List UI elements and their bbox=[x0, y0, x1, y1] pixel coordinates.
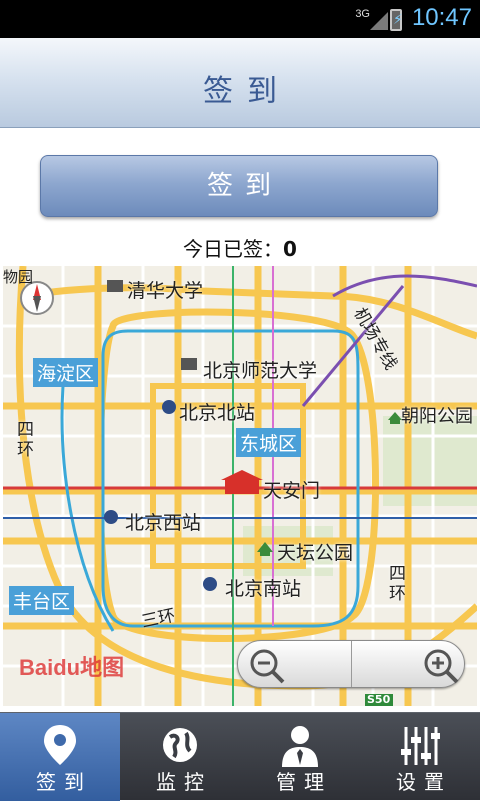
map-label-bj-west: 北京西站 bbox=[125, 512, 202, 534]
map-label-fourth-ring-left: 四环 bbox=[17, 420, 34, 460]
battery-icon: ⚡ bbox=[390, 9, 403, 31]
university-icon bbox=[107, 280, 123, 292]
checkin-button[interactable]: 签到 bbox=[40, 155, 438, 217]
station-icon bbox=[203, 577, 217, 591]
map-label-tiantan: 天坛公园 bbox=[277, 542, 354, 564]
location-pin-icon bbox=[44, 725, 76, 765]
map-label-bnu: 北京师范大学 bbox=[203, 360, 318, 382]
clock: 10:47 bbox=[411, 4, 472, 31]
bottom-tab-bar: 签到 监控 管理 设置 bbox=[0, 712, 480, 801]
zoom-out-button[interactable] bbox=[238, 641, 351, 687]
user-icon bbox=[282, 726, 318, 767]
tab-label: 设置 bbox=[396, 770, 452, 794]
station-icon bbox=[104, 510, 118, 524]
map-label-fengtai: 丰台区 bbox=[9, 586, 75, 615]
today-checkin-count: 今日已签：0 bbox=[0, 233, 480, 262]
signal-icon bbox=[370, 12, 388, 30]
zoom-in-button[interactable] bbox=[352, 641, 465, 687]
map-label-fourth-ring-right: 四环 bbox=[389, 564, 406, 604]
tab-checkin[interactable]: 签到 bbox=[0, 713, 120, 801]
today-count-value: 0 bbox=[283, 237, 297, 261]
map-label-bj-south: 北京南站 bbox=[225, 578, 302, 600]
map-label-tiananmen: 天安门 bbox=[263, 480, 321, 502]
tab-monitor[interactable]: 监控 bbox=[120, 713, 240, 801]
map-label-haidian: 海淀区 bbox=[33, 358, 99, 387]
tab-label: 签到 bbox=[36, 770, 92, 794]
map-label-museum: 物园 bbox=[3, 268, 34, 286]
tab-label: 监控 bbox=[156, 770, 212, 794]
status-bar: 3G ⚡ 10:47 bbox=[0, 0, 480, 38]
tab-settings[interactable]: 设置 bbox=[360, 713, 480, 801]
map-route-shield: S50 bbox=[367, 693, 391, 706]
sliders-icon bbox=[401, 727, 440, 765]
university-icon bbox=[181, 358, 197, 370]
map-label-bj-north: 北京北站 bbox=[179, 402, 256, 424]
zoom-control bbox=[237, 640, 465, 688]
zoom-in-icon bbox=[424, 649, 459, 684]
tab-manage[interactable]: 管理 bbox=[240, 713, 360, 801]
page-title: 签到 bbox=[203, 74, 291, 109]
globe-icon bbox=[163, 728, 197, 762]
map-label-dongcheng: 东城区 bbox=[236, 428, 302, 457]
title-bar: 签到 bbox=[0, 38, 480, 128]
station-icon bbox=[162, 400, 176, 414]
tab-label: 管理 bbox=[276, 770, 332, 794]
baidu-logo: Baidu地图 bbox=[19, 655, 125, 680]
today-count-label: 今日已签： bbox=[183, 237, 284, 261]
map-label-tsinghua: 清华大学 bbox=[127, 280, 204, 302]
map-label-chaoyang-park: 朝阳公园 bbox=[401, 406, 473, 427]
zoom-out-icon bbox=[250, 649, 285, 684]
